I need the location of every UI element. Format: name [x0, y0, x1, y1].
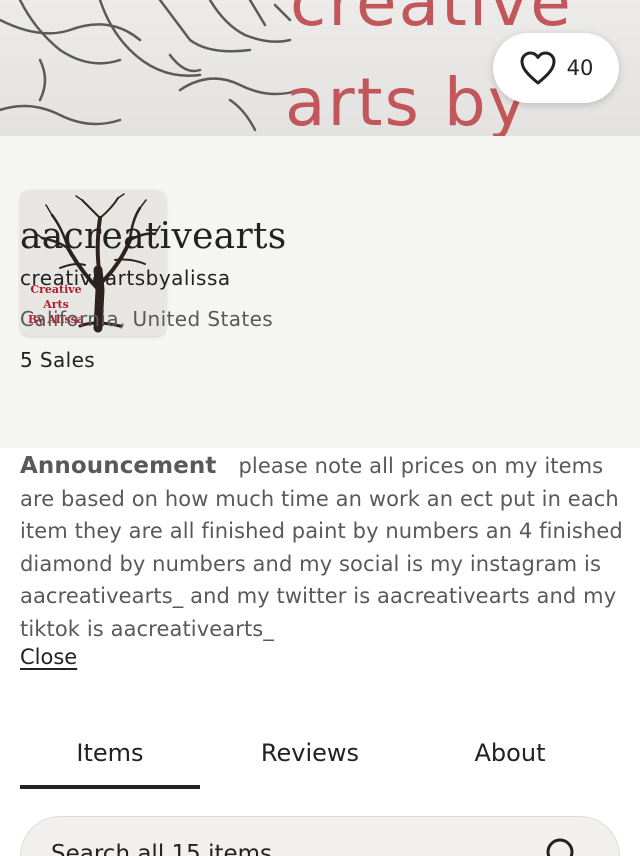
- announcement-close-link[interactable]: Close: [20, 645, 77, 669]
- favorite-shop-button[interactable]: 40: [493, 33, 619, 103]
- tab-items[interactable]: Items: [20, 720, 200, 786]
- search-input[interactable]: Search all 15 items: [20, 816, 620, 856]
- banner-text-line2: arts by: [285, 64, 529, 136]
- announcement: Announcement please note all prices on my…: [20, 450, 625, 646]
- shop-sales-count[interactable]: 5 Sales: [20, 348, 95, 372]
- shop-owner-name[interactable]: creativeartsbyalissa: [20, 266, 231, 290]
- active-tab-indicator: [20, 785, 200, 789]
- tab-about[interactable]: About: [420, 720, 600, 786]
- search-placeholder: Search all 15 items: [51, 841, 273, 856]
- shop-name: aacreativearts: [20, 216, 287, 257]
- heart-icon: [520, 51, 556, 85]
- search-icon[interactable]: [543, 835, 583, 856]
- favorite-count: 40: [566, 56, 594, 80]
- shop-location: California, United States: [20, 307, 274, 331]
- shop-header: Creative Arts By Alissa: [0, 136, 640, 448]
- shop-tabs: Items Reviews About: [0, 720, 640, 790]
- banner-text-line1: creative: [290, 0, 573, 41]
- announcement-heading: Announcement: [20, 453, 217, 479]
- announcement-text: please note all prices on my items are b…: [20, 454, 623, 641]
- tab-reviews[interactable]: Reviews: [220, 720, 400, 786]
